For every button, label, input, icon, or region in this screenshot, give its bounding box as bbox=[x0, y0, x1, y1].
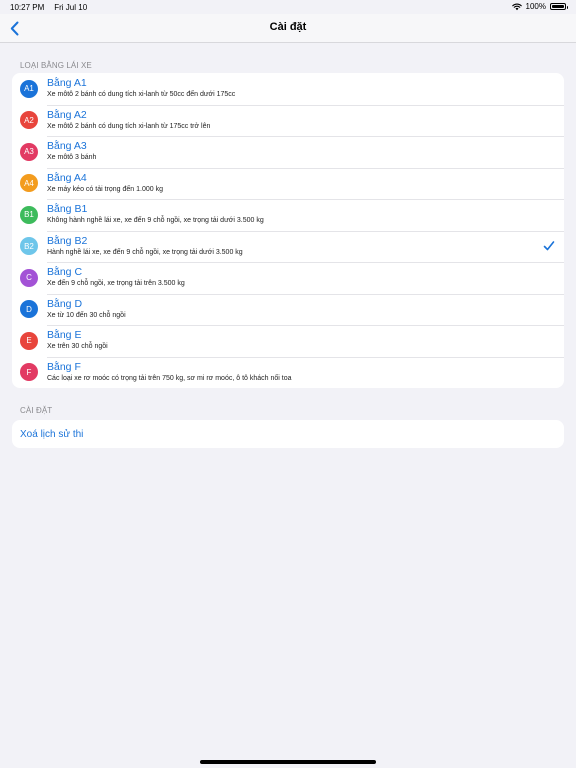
wifi-icon bbox=[511, 3, 522, 10]
status-date: Fri Jul 10 bbox=[54, 3, 88, 12]
license-title: Bằng D bbox=[47, 297, 83, 310]
license-title: Bằng C bbox=[47, 266, 83, 279]
license-title: Bằng A2 bbox=[47, 108, 87, 121]
license-badge: A4 bbox=[20, 174, 38, 193]
license-badge: D bbox=[20, 300, 38, 319]
license-badge: C bbox=[20, 268, 38, 287]
license-list: A1 Bằng A1 Xe môtô 2 bánh có dung tích xi-… bbox=[12, 73, 564, 388]
license-row-e[interactable]: E Bằng E Xe trên 30 chỗ ngồi bbox=[12, 325, 564, 357]
license-text: Bằng F Các loại xe rơ moóc có trọng tải t… bbox=[47, 361, 292, 384]
license-badge: B2 bbox=[20, 237, 38, 256]
license-row-b2[interactable]: B2 Bằng B2 Hành nghề lái xe, xe đến 9 chỗ … bbox=[12, 230, 564, 263]
status-right: 100% bbox=[511, 2, 568, 11]
license-row-c[interactable]: C Bằng C Xe đến 9 chỗ ngồi, xe trọng tải t… bbox=[12, 262, 564, 294]
license-badge: B1 bbox=[20, 205, 38, 224]
license-row-f[interactable]: F Bằng F Các loại xe rơ moóc có trọng tải … bbox=[12, 356, 564, 389]
license-title: Bằng B2 bbox=[47, 234, 88, 247]
license-description: Xe môtô 2 bánh có dung tích xi-lanh từ 5… bbox=[47, 91, 236, 99]
license-section-header: LOẠI BẰNG LÁI XE bbox=[20, 61, 92, 70]
license-text: Bằng A2 Xe môtô 2 bánh có dung tích xi-la… bbox=[47, 109, 210, 132]
license-badge: F bbox=[20, 363, 38, 382]
license-badge: A2 bbox=[20, 111, 38, 130]
license-text: Bằng B1 Không hành nghề lái xe, xe đến 9 … bbox=[47, 203, 264, 226]
license-text: Bằng E Xe trên 30 chỗ ngồi bbox=[47, 329, 108, 352]
license-row-a3[interactable]: A3 Bằng A3 Xe môtô 3 bánh bbox=[12, 136, 564, 168]
status-left: 10:27 PM Fri Jul 10 bbox=[10, 3, 87, 12]
page-title: Cài đặt bbox=[269, 21, 307, 33]
license-text: Bằng A1 Xe môtô 2 bánh có dung tích xi-la… bbox=[47, 77, 235, 100]
license-title: Bằng A1 bbox=[47, 77, 87, 90]
status-time: 10:27 PM bbox=[10, 3, 45, 12]
license-title: Bằng B1 bbox=[47, 203, 88, 216]
license-text: Bằng D Xe từ 10 đến 30 chỗ ngồi bbox=[47, 298, 126, 321]
license-description: Xe trên 30 chỗ ngồi bbox=[47, 343, 108, 351]
home-indicator bbox=[200, 760, 376, 764]
license-title: Bằng E bbox=[47, 329, 82, 342]
battery-icon bbox=[550, 3, 568, 10]
license-description: Xe từ 10 đến 30 chỗ ngồi bbox=[47, 311, 126, 319]
license-description: Không hành nghề lái xe, xe đến 9 chỗ ngồ… bbox=[47, 217, 264, 225]
status-bar: 10:27 PM Fri Jul 10 100% bbox=[0, 0, 576, 14]
nav-bar: Cài đặt bbox=[0, 14, 576, 43]
license-row-b1[interactable]: B1 Bằng B1 Không hành nghề lái xe, xe đến … bbox=[12, 199, 564, 231]
license-title: Bằng F bbox=[47, 360, 81, 373]
license-description: Hành nghề lái xe, xe đến 9 chỗ ngồi, xe … bbox=[47, 248, 243, 256]
license-badge: E bbox=[20, 331, 38, 350]
license-title: Bằng A3 bbox=[47, 140, 87, 153]
settings-section-header: CÀI ĐẶT bbox=[20, 406, 53, 415]
license-badge: A1 bbox=[20, 79, 38, 98]
settings-group: Xoá lịch sử thi bbox=[12, 420, 564, 448]
license-text: Bằng A3 Xe môtô 3 bánh bbox=[47, 140, 96, 163]
license-row-a2[interactable]: A2 Bằng A2 Xe môtô 2 bánh có dung tích xi-… bbox=[12, 104, 564, 137]
checkmark-icon bbox=[543, 240, 555, 250]
battery-fill bbox=[552, 5, 564, 8]
license-badge: A3 bbox=[20, 142, 38, 161]
clear-history-button[interactable]: Xoá lịch sử thi bbox=[12, 420, 564, 448]
license-description: Xe máy kéo có tải trọng đến 1.000 kg bbox=[47, 185, 163, 193]
license-row-d[interactable]: D Bằng D Xe từ 10 đến 30 chỗ ngồi bbox=[12, 293, 564, 326]
license-description: Các loại xe rơ moóc có trọng tải trên 75… bbox=[47, 374, 292, 382]
license-title: Bằng A4 bbox=[47, 171, 87, 184]
license-text: Bằng A4 Xe máy kéo có tải trọng đến 1.000… bbox=[47, 172, 163, 195]
license-description: Xe đến 9 chỗ ngồi, xe trọng tải trên 3.5… bbox=[47, 280, 185, 288]
license-description: Xe môtô 3 bánh bbox=[47, 154, 97, 162]
license-row-a1[interactable]: A1 Bằng A1 Xe môtô 2 bánh có dung tích xi-… bbox=[12, 73, 564, 105]
battery-percent: 100% bbox=[525, 2, 546, 11]
license-text: Bằng C Xe đến 9 chỗ ngồi, xe trọng tải tr… bbox=[47, 266, 185, 289]
license-text: Bằng B2 Hành nghề lái xe, xe đến 9 chỗ ng… bbox=[47, 235, 243, 258]
license-row-a4[interactable]: A4 Bằng A4 Xe máy kéo có tải trọng đến 1.0… bbox=[12, 167, 564, 200]
license-description: Xe môtô 2 bánh có dung tích xi-lanh từ 1… bbox=[47, 122, 211, 130]
